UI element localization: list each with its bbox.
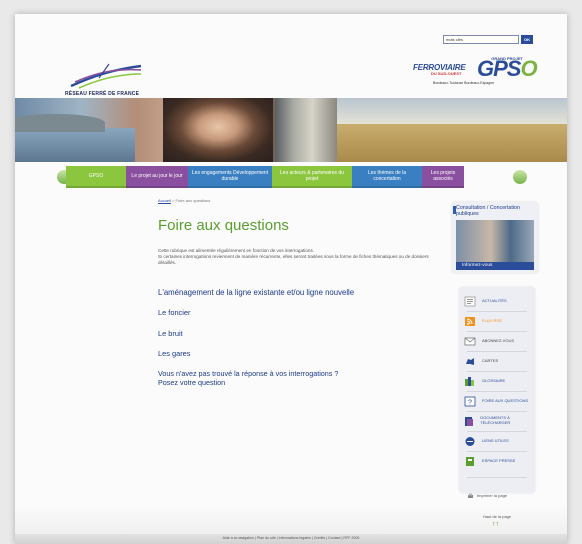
consultation-title: Consultation / Concertation publiques	[456, 205, 520, 217]
tool-abonnez-vous[interactable]: ABONNEZ-VOUS	[462, 333, 534, 349]
breadcrumb: Accueil > Foire aux questions	[158, 198, 210, 203]
tool-actualites[interactable]: ACTUALITÉS	[462, 293, 534, 309]
breadcrumb-current: Foire aux questions	[175, 198, 211, 203]
printer-icon	[467, 486, 474, 504]
search-input[interactable]: mots clés	[443, 35, 519, 44]
intro-text: Cette rubrique est alimentée régulièreme…	[158, 248, 443, 266]
ask-question-text: Vous n'avez pas trouvé la réponse à vos …	[158, 369, 339, 378]
gpso-sud-ouest: DU SUD-OUEST	[431, 71, 462, 76]
nav-item-projets-associes[interactable]: Les projets associés	[422, 166, 464, 188]
tool-espace-presse[interactable]: ESPACE PRESSE	[462, 453, 534, 469]
tool-flux-rss[interactable]: FLUX RSS	[462, 313, 534, 329]
rff-logo[interactable]: RÉSEAU FERRÉ DE FRANCE	[65, 60, 145, 100]
back-to-top-arrow-icon[interactable]: ↑↑	[492, 521, 499, 528]
page-title: Foire aux questions	[158, 217, 289, 234]
banner-portrait	[163, 98, 273, 162]
gpso-logo[interactable]: GRAND PROJET FERROVIAIRE DU SUD-OUEST GP…	[407, 54, 557, 94]
question-icon: ?	[462, 394, 478, 408]
faq-link-foncier[interactable]: Le foncier	[158, 308, 448, 317]
map-icon	[462, 354, 478, 368]
search-button[interactable]: OK	[521, 35, 533, 44]
tool-liens-utiles[interactable]: LIENS UTILES	[462, 433, 534, 449]
rff-logo-text: RÉSEAU FERRÉ DE FRANCE	[65, 91, 140, 97]
newspaper-icon	[462, 294, 478, 308]
main-nav: GPSO Le projet au jour le jour Les engag…	[66, 165, 519, 190]
gpso-wordmark-o: O	[520, 56, 537, 81]
tool-glossaire[interactable]: GLOSSAIRE	[462, 373, 534, 389]
consultation-box[interactable]: Consultation / Concertation publiques In…	[452, 202, 538, 273]
ask-question-link[interactable]: Posez votre question	[158, 378, 338, 387]
faq-link-gares[interactable]: Les gares	[158, 349, 448, 358]
envelope-icon	[462, 334, 478, 348]
page: RÉSEAU FERRÉ DE FRANCE mots clés OK GRAN…	[15, 14, 567, 544]
consultation-photo	[456, 220, 534, 262]
rff-logo-mark	[70, 63, 142, 89]
breadcrumb-separator: >	[172, 198, 175, 203]
tool-cartes[interactable]: CARTES	[462, 353, 534, 369]
gpso-wordmark: GPSO	[477, 56, 538, 82]
tool-faq[interactable]: ? FOIRE AUX QUESTIONS	[462, 393, 534, 409]
press-icon	[462, 454, 478, 468]
nav-item-gpso[interactable]: GPSO	[66, 166, 126, 188]
nav-item-themes[interactable]: Les thèmes de la concertation	[352, 166, 422, 188]
print-page-link[interactable]: Imprimer la page	[467, 486, 507, 504]
faq-topic-list: L'aménagement de la ligne existante et/o…	[158, 288, 448, 369]
gpso-wordmark-gps: GPS	[477, 56, 521, 81]
ask-question-block: Vous n'avez pas trouvé la réponse à vos …	[158, 369, 338, 387]
glossary-icon	[462, 374, 478, 388]
link-icon	[462, 434, 478, 448]
svg-text:?: ?	[468, 399, 472, 406]
faq-link-amenagement[interactable]: L'aménagement de la ligne existante et/o…	[158, 288, 448, 297]
sidebar-tools: ACTUALITÉS FLUX RSS ABONNEZ-VOUS CARTES	[459, 287, 535, 498]
intro-paragraph-2: Si certaines interrogations reviennent d…	[158, 254, 429, 265]
nav-right-cap	[513, 170, 527, 184]
breadcrumb-home[interactable]: Accueil	[158, 198, 171, 203]
informez-vous-button[interactable]: Informez-vous	[456, 262, 534, 270]
nav-item-acteurs[interactable]: Les acteurs & partenaires du projet	[272, 166, 352, 188]
search-bar: mots clés OK	[443, 35, 533, 44]
document-icon	[462, 414, 476, 428]
back-to-top-link[interactable]: Haut de la page	[472, 514, 522, 519]
rss-icon	[462, 314, 478, 328]
gpso-tagline: Bordeaux-Toulouse Bordeaux-Espagne	[433, 81, 495, 85]
tool-documents[interactable]: DOCUMENTS À TÉLÉCHARGER	[462, 413, 534, 429]
nav-item-engagements[interactable]: Les engagements Développement durable	[188, 166, 272, 188]
faq-link-bruit[interactable]: Le bruit	[158, 329, 448, 338]
header-banner-image	[15, 98, 567, 162]
nav-item-projet[interactable]: Le projet au jour le jour	[126, 166, 188, 188]
footer-links[interactable]: Aide à la navigation | Plan du site | In…	[15, 536, 567, 540]
